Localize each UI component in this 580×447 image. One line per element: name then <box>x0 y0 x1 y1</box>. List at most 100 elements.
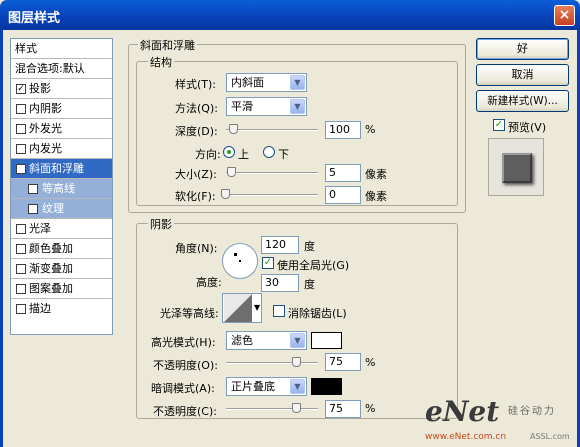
style-preview <box>488 138 544 196</box>
direction-down-label: 下 <box>278 148 289 161</box>
direction-up-radio[interactable] <box>223 146 235 158</box>
checkbox-pattern-overlay[interactable] <box>16 284 26 294</box>
checkbox-outer-glow[interactable] <box>16 124 26 134</box>
style-label: 样式(T): <box>175 78 217 91</box>
sidebar-item-stroke[interactable]: 描边 <box>11 299 112 319</box>
sidebar-item-gradient-overlay[interactable]: 渐变叠加 <box>11 259 112 279</box>
size-label: 大小(Z): <box>175 168 217 181</box>
sidebar-item-bevel-emboss[interactable]: ✓ 斜面和浮雕 <box>11 159 112 179</box>
checkbox-drop-shadow[interactable]: ✓ <box>16 84 26 94</box>
checkbox-gradient-overlay[interactable] <box>16 264 26 274</box>
shadow-opacity-unit: % <box>365 402 376 415</box>
direction-down-radio[interactable] <box>263 146 275 158</box>
depth-slider[interactable] <box>226 129 318 131</box>
title-bar: 图层样式 × <box>0 0 580 30</box>
checkbox-bevel-emboss[interactable]: ✓ <box>16 164 26 174</box>
size-input[interactable]: 5 <box>325 164 361 182</box>
sidebar-item-blending-options[interactable]: 混合选项:默认 <box>11 59 112 79</box>
highlight-color-swatch[interactable] <box>311 332 342 349</box>
shadow-mode-select[interactable]: 正片叠底 ▼ <box>226 377 307 396</box>
checkbox-texture[interactable] <box>28 204 38 214</box>
sidebar-item-label: 内阴影 <box>29 102 62 115</box>
size-unit: 像素 <box>365 168 387 181</box>
sidebar-item-label: 颜色叠加 <box>29 242 73 255</box>
sidebar-item-label: 光泽 <box>29 222 51 235</box>
chevron-down-icon: ▼ <box>290 379 305 394</box>
window-border-left <box>0 30 3 447</box>
highlight-opacity-slider[interactable] <box>226 362 318 364</box>
checkbox-stroke[interactable] <box>16 304 26 314</box>
soften-slider[interactable] <box>226 194 318 196</box>
cancel-button[interactable]: 取消 <box>476 64 569 86</box>
antialias-checkbox[interactable] <box>273 305 285 317</box>
depth-unit: % <box>365 123 376 136</box>
altitude-input[interactable]: 30 <box>261 274 299 292</box>
sidebar-item-styles[interactable]: 样式 <box>11 39 112 59</box>
window-title: 图层样式 <box>8 11 61 26</box>
sidebar-item-outer-glow[interactable]: 外发光 <box>11 119 112 139</box>
sidebar-item-label: 描边 <box>29 302 51 315</box>
gloss-contour-picker[interactable]: ▼ <box>222 293 262 323</box>
checkbox-inner-shadow[interactable] <box>16 104 26 114</box>
direction-label: 方向: <box>195 148 221 161</box>
highlight-opacity-input[interactable]: 75 <box>325 353 361 371</box>
sidebar-item-drop-shadow[interactable]: ✓ 投影 <box>11 79 112 99</box>
sidebar-item-label: 内发光 <box>29 142 62 155</box>
preview-label: 预览(V) <box>508 121 547 134</box>
caret-down-icon: ▼ <box>254 303 261 312</box>
sidebar-item-label: 混合选项:默认 <box>15 62 85 75</box>
chevron-down-icon: ▼ <box>290 99 305 114</box>
soften-input[interactable]: 0 <box>325 186 361 204</box>
style-select[interactable]: 内斜面 ▼ <box>226 73 307 92</box>
shadow-opacity-input[interactable]: 75 <box>325 400 361 418</box>
soften-slider-thumb[interactable] <box>221 189 230 199</box>
method-select[interactable]: 平滑 ▼ <box>226 97 307 116</box>
method-label: 方法(Q): <box>175 102 218 115</box>
angle-dial-pointer <box>234 253 237 256</box>
shadow-color-swatch[interactable] <box>311 378 342 395</box>
sidebar-item-label: 图案叠加 <box>29 282 73 295</box>
ok-button[interactable]: 好 <box>476 38 569 60</box>
shadow-opacity-thumb[interactable] <box>292 403 301 413</box>
angle-dial[interactable] <box>222 243 258 279</box>
soften-label: 软化(F): <box>175 190 216 203</box>
depth-input[interactable]: 100 <box>325 121 361 139</box>
shadow-opacity-slider[interactable] <box>226 408 318 410</box>
sidebar-item-label: 渐变叠加 <box>29 262 73 275</box>
style-select-value: 内斜面 <box>231 76 264 89</box>
style-list: 样式 混合选项:默认 ✓ 投影 内阴影 外发光 内发光 ✓ 斜面和浮雕 等高线 纹理… <box>10 38 113 335</box>
close-icon[interactable]: × <box>554 5 575 26</box>
checkbox-inner-glow[interactable] <box>16 144 26 154</box>
sidebar-item-satin[interactable]: 光泽 <box>11 219 112 239</box>
chevron-down-icon: ▼ <box>290 333 305 348</box>
size-slider[interactable] <box>226 172 318 174</box>
angle-input[interactable]: 120 <box>261 236 299 254</box>
sidebar-item-texture[interactable]: 纹理 <box>11 199 112 219</box>
shading-title: 阴影 <box>148 216 174 232</box>
highlight-opacity-thumb[interactable] <box>292 357 301 367</box>
depth-slider-thumb[interactable] <box>229 124 238 134</box>
highlight-mode-select[interactable]: 滤色 ▼ <box>226 331 307 350</box>
sidebar-item-inner-shadow[interactable]: 内阴影 <box>11 99 112 119</box>
gloss-contour-label: 光泽等高线: <box>160 307 219 320</box>
altitude-label: 高度: <box>196 276 222 289</box>
sidebar-item-contour[interactable]: 等高线 <box>11 179 112 199</box>
global-light-checkbox[interactable]: ✓ <box>262 257 274 269</box>
size-slider-thumb[interactable] <box>227 167 236 177</box>
checkbox-satin[interactable] <box>16 224 26 234</box>
sidebar-item-label: 纹理 <box>42 202 64 215</box>
checkbox-contour[interactable] <box>28 184 38 194</box>
new-style-button[interactable]: 新建样式(W)... <box>476 90 569 112</box>
bevel-emboss-title: 斜面和浮雕 <box>138 37 197 53</box>
global-light-label: 使用全局光(G) <box>277 259 350 272</box>
sidebar-item-color-overlay[interactable]: 颜色叠加 <box>11 239 112 259</box>
watermark-site: www.eNet.com.cn <box>425 432 507 442</box>
sidebar-item-inner-glow[interactable]: 内发光 <box>11 139 112 159</box>
sidebar-item-pattern-overlay[interactable]: 图案叠加 <box>11 279 112 299</box>
highlight-mode-label: 高光模式(H): <box>151 336 216 349</box>
watermark-tag: 硅谷动力 <box>508 406 556 417</box>
antialias-label: 消除锯齿(L) <box>288 307 347 320</box>
chevron-down-icon: ▼ <box>290 75 305 90</box>
checkbox-color-overlay[interactable] <box>16 244 26 254</box>
preview-checkbox[interactable]: ✓ <box>493 119 505 131</box>
